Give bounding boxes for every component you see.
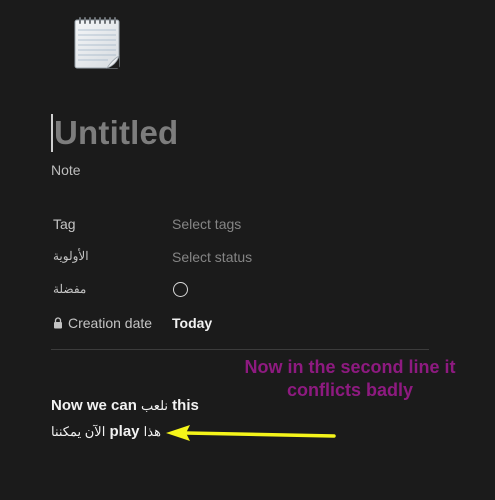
property-label: مفضلة [53, 282, 87, 296]
properties-table: Tag Select tags الأولوية Select status م… [51, 208, 431, 340]
text-segment-arabic: الآن يمكننا [51, 424, 106, 439]
favorite-checkbox[interactable] [173, 282, 188, 297]
text-segment-arabic: هذا [143, 424, 161, 439]
property-row-creation-date: Creation date Today [51, 307, 431, 340]
body-text-line-1[interactable]: Now we can نلعب this [51, 397, 199, 414]
notepad-icon[interactable] [72, 16, 124, 70]
property-label-text: Creation date [68, 315, 153, 331]
tags-select[interactable]: Select tags [172, 216, 241, 232]
property-row-tag[interactable]: Tag Select tags [51, 208, 431, 241]
property-label: Creation date [53, 315, 152, 331]
annotation-arrow-icon [166, 425, 336, 441]
text-segment: play [109, 423, 140, 440]
page-subtitle: Note [51, 162, 81, 178]
page-title[interactable]: Untitled [54, 114, 178, 152]
lock-icon [54, 317, 62, 329]
annotation-text: Now in the second line it conflicts badl… [244, 357, 456, 400]
text-caret [51, 114, 53, 152]
creation-date-value: Today [172, 315, 213, 331]
text-segment-arabic: نلعب [141, 398, 168, 413]
text-segment: Now we can [51, 397, 137, 414]
body-text-line-2[interactable]: الآن يمكننا play هذا [51, 423, 161, 440]
property-row-favorite[interactable]: مفضلة [51, 274, 431, 307]
property-row-priority[interactable]: الأولوية Select status [51, 241, 431, 274]
property-label: Tag [53, 216, 76, 232]
status-select[interactable]: Select status [172, 249, 252, 265]
property-label: الأولوية [53, 249, 89, 263]
text-segment: this [172, 397, 199, 414]
title-row[interactable]: Untitled [51, 112, 178, 154]
divider [51, 349, 429, 350]
